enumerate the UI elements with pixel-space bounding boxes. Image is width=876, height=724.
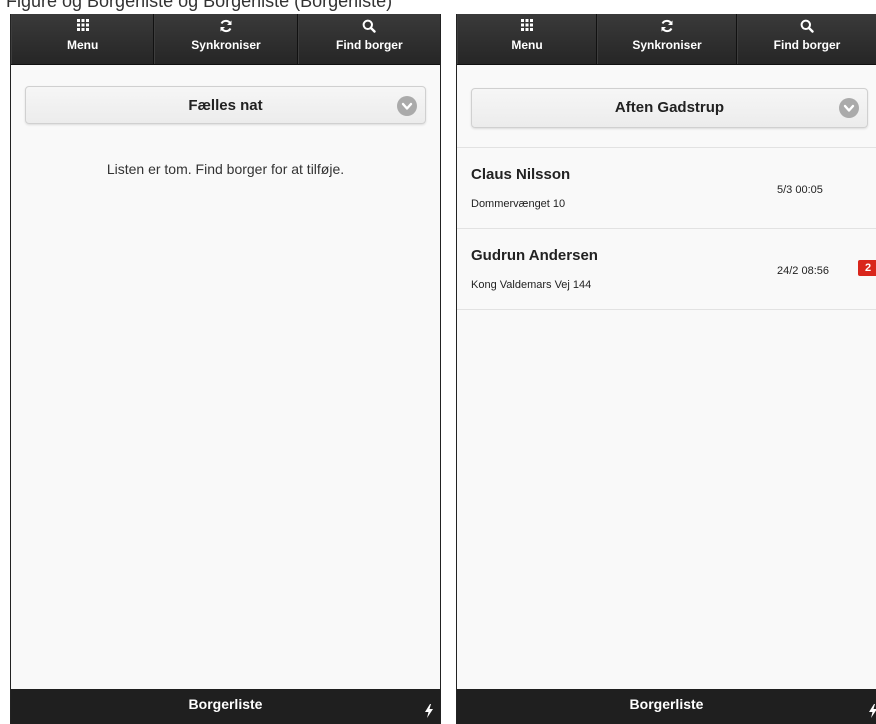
list-item[interactable]: Claus Nilsson Dommervænget 10 5/3 00:05 bbox=[457, 148, 876, 229]
search-icon bbox=[738, 19, 876, 35]
figure-caption: Figure og Borgerliste og Borgerliste (Bo… bbox=[0, 0, 876, 14]
menu-label: Menu bbox=[66, 38, 99, 52]
list-item[interactable]: Gudrun Andersen Kong Valdemars Vej 144 2… bbox=[457, 229, 876, 310]
menu-button[interactable]: Menu bbox=[457, 14, 597, 64]
search-icon bbox=[299, 19, 440, 35]
footer-title: Borgerliste bbox=[629, 696, 704, 712]
visit-time: 5/3 00:05 bbox=[777, 184, 823, 196]
find-citizen-button[interactable]: Find borger bbox=[297, 14, 440, 64]
citizen-address: Kong Valdemars Vej 144 bbox=[471, 279, 592, 291]
grid-icon bbox=[458, 19, 596, 35]
screen-empty-list: Menu Synkroniser Find borger Fælles nat … bbox=[10, 14, 441, 724]
citizen-name: Claus Nilsson bbox=[471, 166, 571, 183]
footer-bar: Borgerliste bbox=[11, 689, 440, 724]
top-toolbar: Menu Synkroniser Find borger bbox=[457, 14, 876, 65]
lightning-bolt-icon[interactable] bbox=[424, 704, 434, 718]
shift-select-value: Fælles nat bbox=[188, 97, 263, 114]
empty-list-message: Listen er tom. Find borger for at tilføj… bbox=[106, 161, 345, 177]
find-citizen-button[interactable]: Find borger bbox=[737, 14, 876, 64]
citizen-name: Gudrun Andersen bbox=[471, 247, 598, 264]
count-badge: 2 bbox=[858, 260, 876, 276]
screen-citizen-list: Menu Synkroniser Find borger Aften Gadst… bbox=[456, 14, 876, 724]
find-citizen-label: Find borger bbox=[335, 38, 403, 52]
chevron-down-icon bbox=[397, 96, 417, 116]
visit-time: 24/2 08:56 bbox=[777, 265, 829, 277]
citizen-list: Claus Nilsson Dommervænget 10 5/3 00:05 … bbox=[457, 147, 876, 310]
top-toolbar: Menu Synkroniser Find borger bbox=[11, 14, 440, 65]
shift-select-value: Aften Gadstrup bbox=[614, 99, 725, 116]
sync-button[interactable]: Synkroniser bbox=[597, 14, 737, 64]
citizen-address: Dommervænget 10 bbox=[471, 198, 566, 210]
refresh-icon bbox=[598, 19, 736, 35]
chevron-down-icon bbox=[839, 98, 859, 118]
lightning-bolt-icon[interactable] bbox=[868, 704, 876, 718]
shift-select[interactable]: Aften Gadstrup bbox=[471, 88, 868, 128]
footer-title: Borgerliste bbox=[188, 696, 263, 712]
shift-select[interactable]: Fælles nat bbox=[25, 86, 426, 124]
menu-button[interactable]: Menu bbox=[11, 14, 155, 64]
menu-label: Menu bbox=[511, 38, 543, 52]
grid-icon bbox=[12, 19, 153, 35]
sync-label: Synkroniser bbox=[191, 38, 261, 52]
sync-button[interactable]: Synkroniser bbox=[154, 14, 298, 64]
refresh-icon bbox=[155, 19, 296, 35]
find-citizen-label: Find borger bbox=[773, 38, 841, 52]
footer-bar: Borgerliste bbox=[457, 689, 876, 724]
sync-label: Synkroniser bbox=[632, 38, 702, 52]
caption-text: Figure og Borgerliste og Borgerliste (Bo… bbox=[6, 0, 393, 11]
